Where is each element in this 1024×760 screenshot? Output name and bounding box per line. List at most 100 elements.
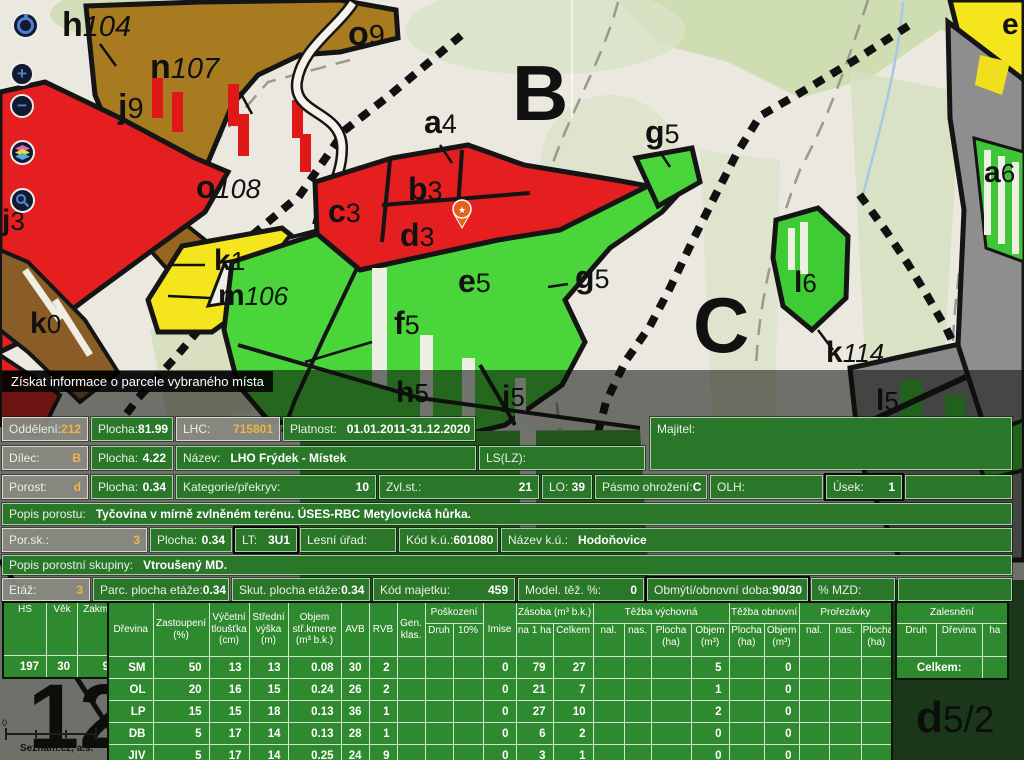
magnifier-icon — [15, 193, 30, 208]
field-lesni-urad: Lesní úřad: — [300, 528, 396, 552]
map-label-a4: a4 — [424, 104, 457, 140]
field-label: Plocha: — [98, 422, 138, 436]
table-cell: 13 — [209, 657, 249, 679]
table-cell: 0.25 — [288, 745, 341, 760]
table-cell: LP — [108, 701, 153, 723]
table-cell — [453, 723, 483, 745]
field-porost: Porost:d — [2, 475, 88, 499]
table-cell: 15 — [249, 679, 288, 701]
table-cell: 15 — [209, 701, 249, 723]
field-value: 81.99 — [138, 422, 168, 436]
app-stage: ★ BCh104n107j9o9a4g5o108c3b3d3e5g5f5k1m1… — [0, 0, 1024, 760]
field-label: Kód k.ú.: — [406, 533, 453, 547]
field-lhc: LHC:715801 — [176, 417, 280, 441]
map-label-o108: o108 — [196, 169, 261, 205]
field-spare-2 — [898, 578, 1012, 601]
table-cell — [651, 679, 691, 701]
table-row: JIV517140.2524903100 — [108, 745, 892, 760]
zoom-out-button[interactable]: − — [10, 94, 34, 118]
field-nazev: Název:LHO Frýdek - Místek — [176, 446, 476, 470]
search-button[interactable] — [10, 188, 35, 213]
layers-button[interactable] — [10, 140, 35, 165]
field-label: Skut. plocha etáže: — [239, 583, 341, 597]
table-cell: 0 — [691, 723, 729, 745]
table-row: LP1515180.133610271020 — [108, 701, 892, 723]
table-cell: 50 — [153, 657, 209, 679]
table-cell: 26 — [341, 679, 369, 701]
zalesneni-table: ZalesněníDruhDřevinahaCelkem: — [895, 601, 1009, 680]
field-label: LHC: — [183, 422, 210, 436]
field-label: Kód majetku: — [380, 583, 450, 597]
map-label-n107: n107 — [150, 48, 221, 86]
map-label-j5: j5 — [501, 380, 525, 413]
field-label: Oddělení: — [9, 422, 61, 436]
table-cell — [624, 701, 651, 723]
field-usek: Úsek:1 — [826, 475, 902, 499]
column-header: RVB — [369, 602, 397, 657]
map-label-h5: h5 — [396, 376, 429, 409]
table-cell — [453, 745, 483, 760]
table-cell — [651, 723, 691, 745]
table-cell — [593, 679, 624, 701]
map-label-k114: k114 — [826, 336, 884, 369]
field-obmyti: Obmýtí/obnovní doba:90/30 — [647, 578, 808, 601]
table-cell: JIV — [108, 745, 153, 760]
column-header: Střední výška (m) — [249, 602, 288, 657]
locate-icon — [17, 17, 34, 34]
table-cell — [829, 745, 861, 760]
table-cell: 0 — [764, 701, 799, 723]
map-label-k1: k1 — [214, 244, 245, 277]
column-header: Dřevina — [936, 624, 982, 657]
zoom-in-button[interactable]: + — [10, 62, 34, 86]
field-value: 10 — [356, 480, 369, 494]
field-nazev-ku: Název k.ú.:Hodoňovice — [501, 528, 1012, 552]
field-lt: LT:3U1 — [235, 528, 297, 552]
field-dilec: Dílec:B — [2, 446, 88, 470]
field-oddeleni: Oddělení:212 — [2, 417, 88, 441]
column-header: Gen. klas. — [397, 602, 425, 657]
column-header: Druh — [896, 624, 936, 657]
field-model-tez: Model. těž. %:0 — [518, 578, 644, 601]
table-cell: 18 — [249, 701, 288, 723]
map-area-label-C: C — [693, 281, 749, 369]
stand-table: DřevinaZastoupení (%)Výčetní tloušťka (c… — [107, 601, 893, 760]
field-label: Název k.ú.: — [508, 533, 568, 547]
table-cell — [982, 657, 1008, 680]
table-cell — [799, 745, 829, 760]
field-parc-plocha: Parc. plocha etáže:0.34 — [93, 578, 229, 601]
table-cell — [799, 723, 829, 745]
field-lslz: LS(LZ): — [479, 446, 645, 470]
map-label-j9: j9 — [117, 88, 144, 126]
table-cell: 17 — [209, 723, 249, 745]
table-cell: 30 — [341, 657, 369, 679]
table-cell: 28 — [341, 723, 369, 745]
table-cell: 27 — [516, 701, 553, 723]
table-cell: 0 — [483, 745, 516, 760]
group-header: Těžba obnovní — [729, 602, 799, 624]
table-cell — [729, 701, 764, 723]
column-header: Objem stř.kmene (m³ b.k.) — [288, 602, 341, 657]
table-cell — [729, 745, 764, 760]
column-header: nal. — [799, 624, 829, 657]
group-header: Prořezávky — [799, 602, 892, 624]
field-label: LO: — [549, 480, 568, 494]
table-cell — [799, 657, 829, 679]
table-cell: Celkem: — [896, 657, 982, 680]
table-cell: 10 — [553, 701, 593, 723]
table-cell — [624, 723, 651, 745]
table-cell — [651, 657, 691, 679]
table-cell: 30 — [47, 656, 78, 679]
table-cell — [861, 745, 892, 760]
field-value: 459 — [488, 583, 508, 597]
field-value: 0.34 — [341, 583, 364, 597]
table-cell: 1 — [691, 679, 729, 701]
table-cell: SM — [108, 657, 153, 679]
column-header: Celkem — [553, 624, 593, 657]
table-cell — [397, 723, 425, 745]
locate-button[interactable] — [12, 12, 39, 39]
field-label: Pásmo ohrožení: — [602, 480, 693, 494]
field-value: d — [74, 480, 81, 494]
map-label-k0: k0 — [30, 307, 61, 340]
column-header: nal. — [593, 624, 624, 657]
table-cell — [425, 701, 453, 723]
